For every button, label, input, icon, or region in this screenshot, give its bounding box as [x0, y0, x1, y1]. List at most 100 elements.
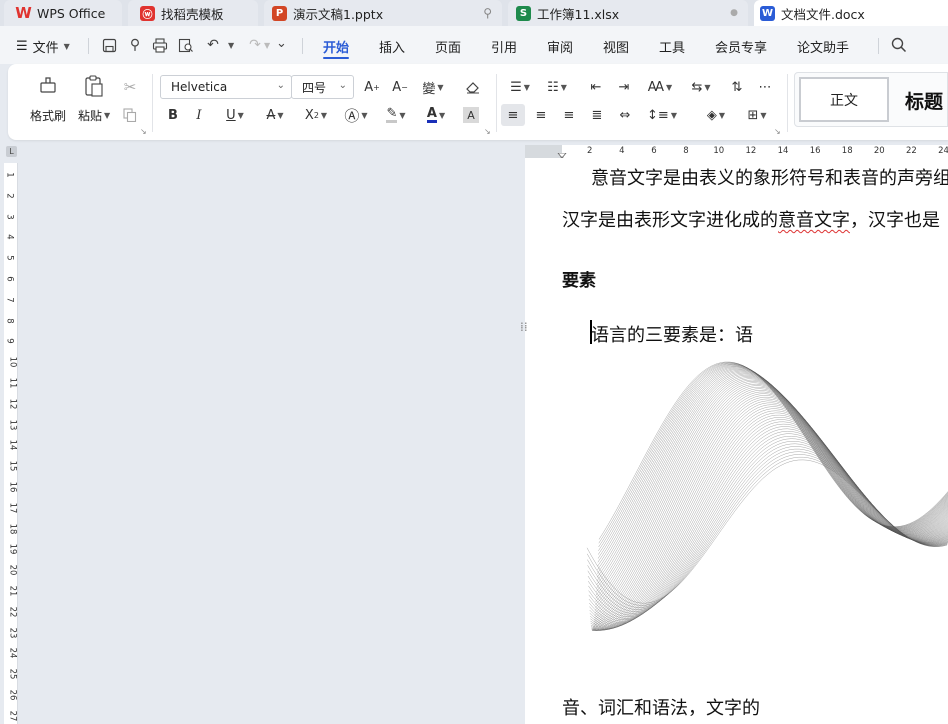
font-size-select[interactable]: 四号 ⌄	[291, 75, 354, 99]
copy-icon[interactable]	[120, 106, 140, 124]
document-page[interactable]: 意音文字是由表义的象形符号和表音的声旁组 汉字是由表形文字进化成的意音文字，汉字…	[525, 158, 948, 724]
align-center-icon[interactable]: ≡	[530, 104, 552, 126]
menu-tab-references[interactable]: 引用	[491, 37, 517, 56]
line-spacing-icon[interactable]: ↕≡ ▼	[646, 104, 678, 126]
distributed-align-icon[interactable]: ⇔	[614, 104, 636, 126]
decrease-font-size-icon[interactable]: A −	[390, 77, 410, 97]
italic-icon[interactable]: I	[190, 105, 208, 125]
ruler-tick-label: 21	[7, 585, 18, 597]
font-color-icon[interactable]: A ▼	[420, 105, 452, 125]
print-icon[interactable]	[151, 36, 169, 54]
menu-tab-page[interactable]: 页面	[435, 37, 461, 56]
character-shading-icon[interactable]: A	[463, 107, 479, 123]
menu-tab-view[interactable]: 视图	[603, 37, 629, 56]
align-right-icon[interactable]: ≡	[558, 104, 580, 126]
menu-tab-home[interactable]: 开始	[323, 37, 349, 56]
tab-presentation[interactable]: P 演示文稿1.pptx ⚲	[264, 0, 502, 26]
highlight-color-icon[interactable]: ✎ ▼	[380, 105, 412, 125]
ruler-corner-icon[interactable]: L	[6, 146, 17, 157]
ruler-tick-label: 7	[4, 297, 15, 303]
underline-icon[interactable]: U ▼	[220, 105, 250, 125]
paste-button[interactable]: 粘贴 ▼	[78, 107, 110, 124]
align-left-icon[interactable]: ≡	[501, 104, 525, 126]
drag-handle-icon[interactable]: ⁞⁞	[520, 321, 528, 333]
wave-line	[596, 370, 948, 589]
vertical-ruler[interactable]: 1 2 3 4 5 6 7 8 9 10 11 12 13 14 15 16 17 18 19 20 21 22 23 24 2…	[4, 163, 18, 724]
strikethrough-icon[interactable]: A ▼	[260, 105, 290, 125]
menu-tab-insert[interactable]: 插入	[379, 37, 405, 56]
menu-tab-tools[interactable]: 工具	[659, 37, 685, 56]
unsaved-dot-icon[interactable]: ●	[730, 8, 738, 18]
format-painter-label[interactable]: 格式刷	[30, 107, 66, 124]
ruler-tick-label: 1	[4, 172, 15, 178]
doc-line-partial-top: 意音文字是由表义的象形符号和表音的声旁组	[591, 168, 948, 189]
increase-font-size-icon[interactable]: A +	[362, 77, 382, 97]
link-icon[interactable]: ⚲	[126, 36, 144, 54]
superscript-icon[interactable]: X 2 ▼	[300, 105, 332, 125]
sort-icon[interactable]: ⇅	[727, 77, 747, 97]
tab-document-active[interactable]: W 文档文件.docx	[754, 0, 948, 26]
font-name-select[interactable]: Helvetica ⌄	[160, 75, 292, 99]
ruler-tick-label: 2	[587, 146, 593, 156]
menu-tab-membership[interactable]: 会员专享	[715, 37, 767, 56]
redo-dropdown-icon[interactable]: ▼	[264, 41, 270, 50]
paragraph-shading-icon[interactable]: ◈ ▼	[700, 104, 732, 126]
print-preview-icon[interactable]	[177, 36, 195, 54]
dialog-launcher-icon[interactable]: ↘	[140, 127, 147, 136]
dialog-launcher-icon[interactable]: ↘	[484, 127, 491, 136]
phonetic-guide-icon[interactable]: 變 ▼	[418, 77, 448, 97]
doc-paragraph-line: 音、词汇和语法，文字的	[562, 698, 760, 719]
tab-workbook[interactable]: S 工作簿11.xlsx ●	[508, 0, 748, 26]
decrease-indent-icon[interactable]: ⇤	[586, 77, 606, 97]
ruler-tick-label: 8	[4, 317, 15, 324]
wave-line-art-image[interactable]	[585, 358, 948, 680]
borders-icon[interactable]: ⊞ ▼	[741, 104, 773, 126]
numbered-list-icon[interactable]: ☷ ▼	[542, 77, 572, 97]
ruler-tick-label: 16	[809, 146, 821, 156]
horizontal-ruler[interactable]: 2 4 6 8 10 12 14 16 18 20 22 24	[562, 145, 948, 158]
ruler-tick-label: 19	[7, 543, 18, 555]
menu-tab-review[interactable]: 审阅	[547, 37, 573, 56]
ruler-tick-label: 10	[713, 146, 725, 156]
search-icon[interactable]	[890, 36, 908, 54]
ruler-tick-label: 15	[7, 460, 18, 472]
wave-line	[596, 369, 948, 585]
ruler-tick-label: 13	[7, 419, 18, 431]
chevron-down-icon: ⌄	[276, 80, 285, 91]
save-icon[interactable]	[100, 36, 118, 54]
wave-line	[590, 414, 948, 630]
style-normal[interactable]: 正文	[799, 77, 889, 122]
font-size-value: 四号	[302, 80, 327, 95]
cut-icon[interactable]: ✂	[120, 78, 140, 96]
undo-dropdown-icon[interactable]: ▼	[228, 41, 234, 50]
chevron-down-icon: ▼	[104, 111, 111, 120]
menu-tab-thesis-assistant[interactable]: 论文助手	[797, 37, 849, 56]
menu-bar: ☰ 文件 ▼ ⚲ ↶ ▼ ↷ ▼ ⌄ 开始 插入 页面 引用 审阅 视图 工具 …	[0, 26, 948, 64]
pin-icon[interactable]: ⚲	[483, 6, 492, 20]
tab-wps-office[interactable]: W WPS Office	[4, 0, 122, 26]
chinese-layout-icon[interactable]: Ꜳ ▼	[644, 77, 676, 97]
clear-format-eraser-icon[interactable]	[463, 77, 483, 97]
font-name-value: Helvetica	[171, 80, 228, 94]
ruler-tick-label: 8	[683, 146, 689, 156]
wave-line	[596, 368, 948, 578]
doc-paragraph-line: 汉字是由表形文字进化成的意音文字，汉字也是	[562, 206, 940, 232]
text-direction-icon[interactable]: ⇆ ▼	[686, 77, 716, 97]
more-chevron-icon[interactable]: ⌄	[276, 36, 287, 51]
bold-icon[interactable]: B	[164, 105, 182, 125]
redo-icon[interactable]: ↷	[246, 36, 264, 54]
dialog-launcher-icon[interactable]: ↘	[774, 127, 781, 136]
ruler-tick-label: 24	[938, 146, 948, 156]
format-painter-icon[interactable]	[36, 74, 60, 98]
undo-icon[interactable]: ↶	[204, 36, 222, 54]
tab-docer-templates[interactable]: ⓦ 找稻壳模板	[128, 0, 258, 26]
ruler-tick-label: 6	[651, 146, 657, 156]
text-effect-icon[interactable]: Ⓐ ▼	[340, 105, 372, 125]
justify-icon[interactable]: ≣	[586, 104, 608, 126]
increase-indent-icon[interactable]: ⇥	[614, 77, 634, 97]
paste-icon[interactable]	[82, 74, 106, 98]
show-marks-icon[interactable]: ⋯	[754, 77, 776, 97]
bullet-list-icon[interactable]: ☰ ▼	[505, 77, 535, 97]
style-heading[interactable]: 标题	[905, 87, 943, 114]
file-menu[interactable]: ☰ 文件 ▼	[16, 37, 70, 56]
